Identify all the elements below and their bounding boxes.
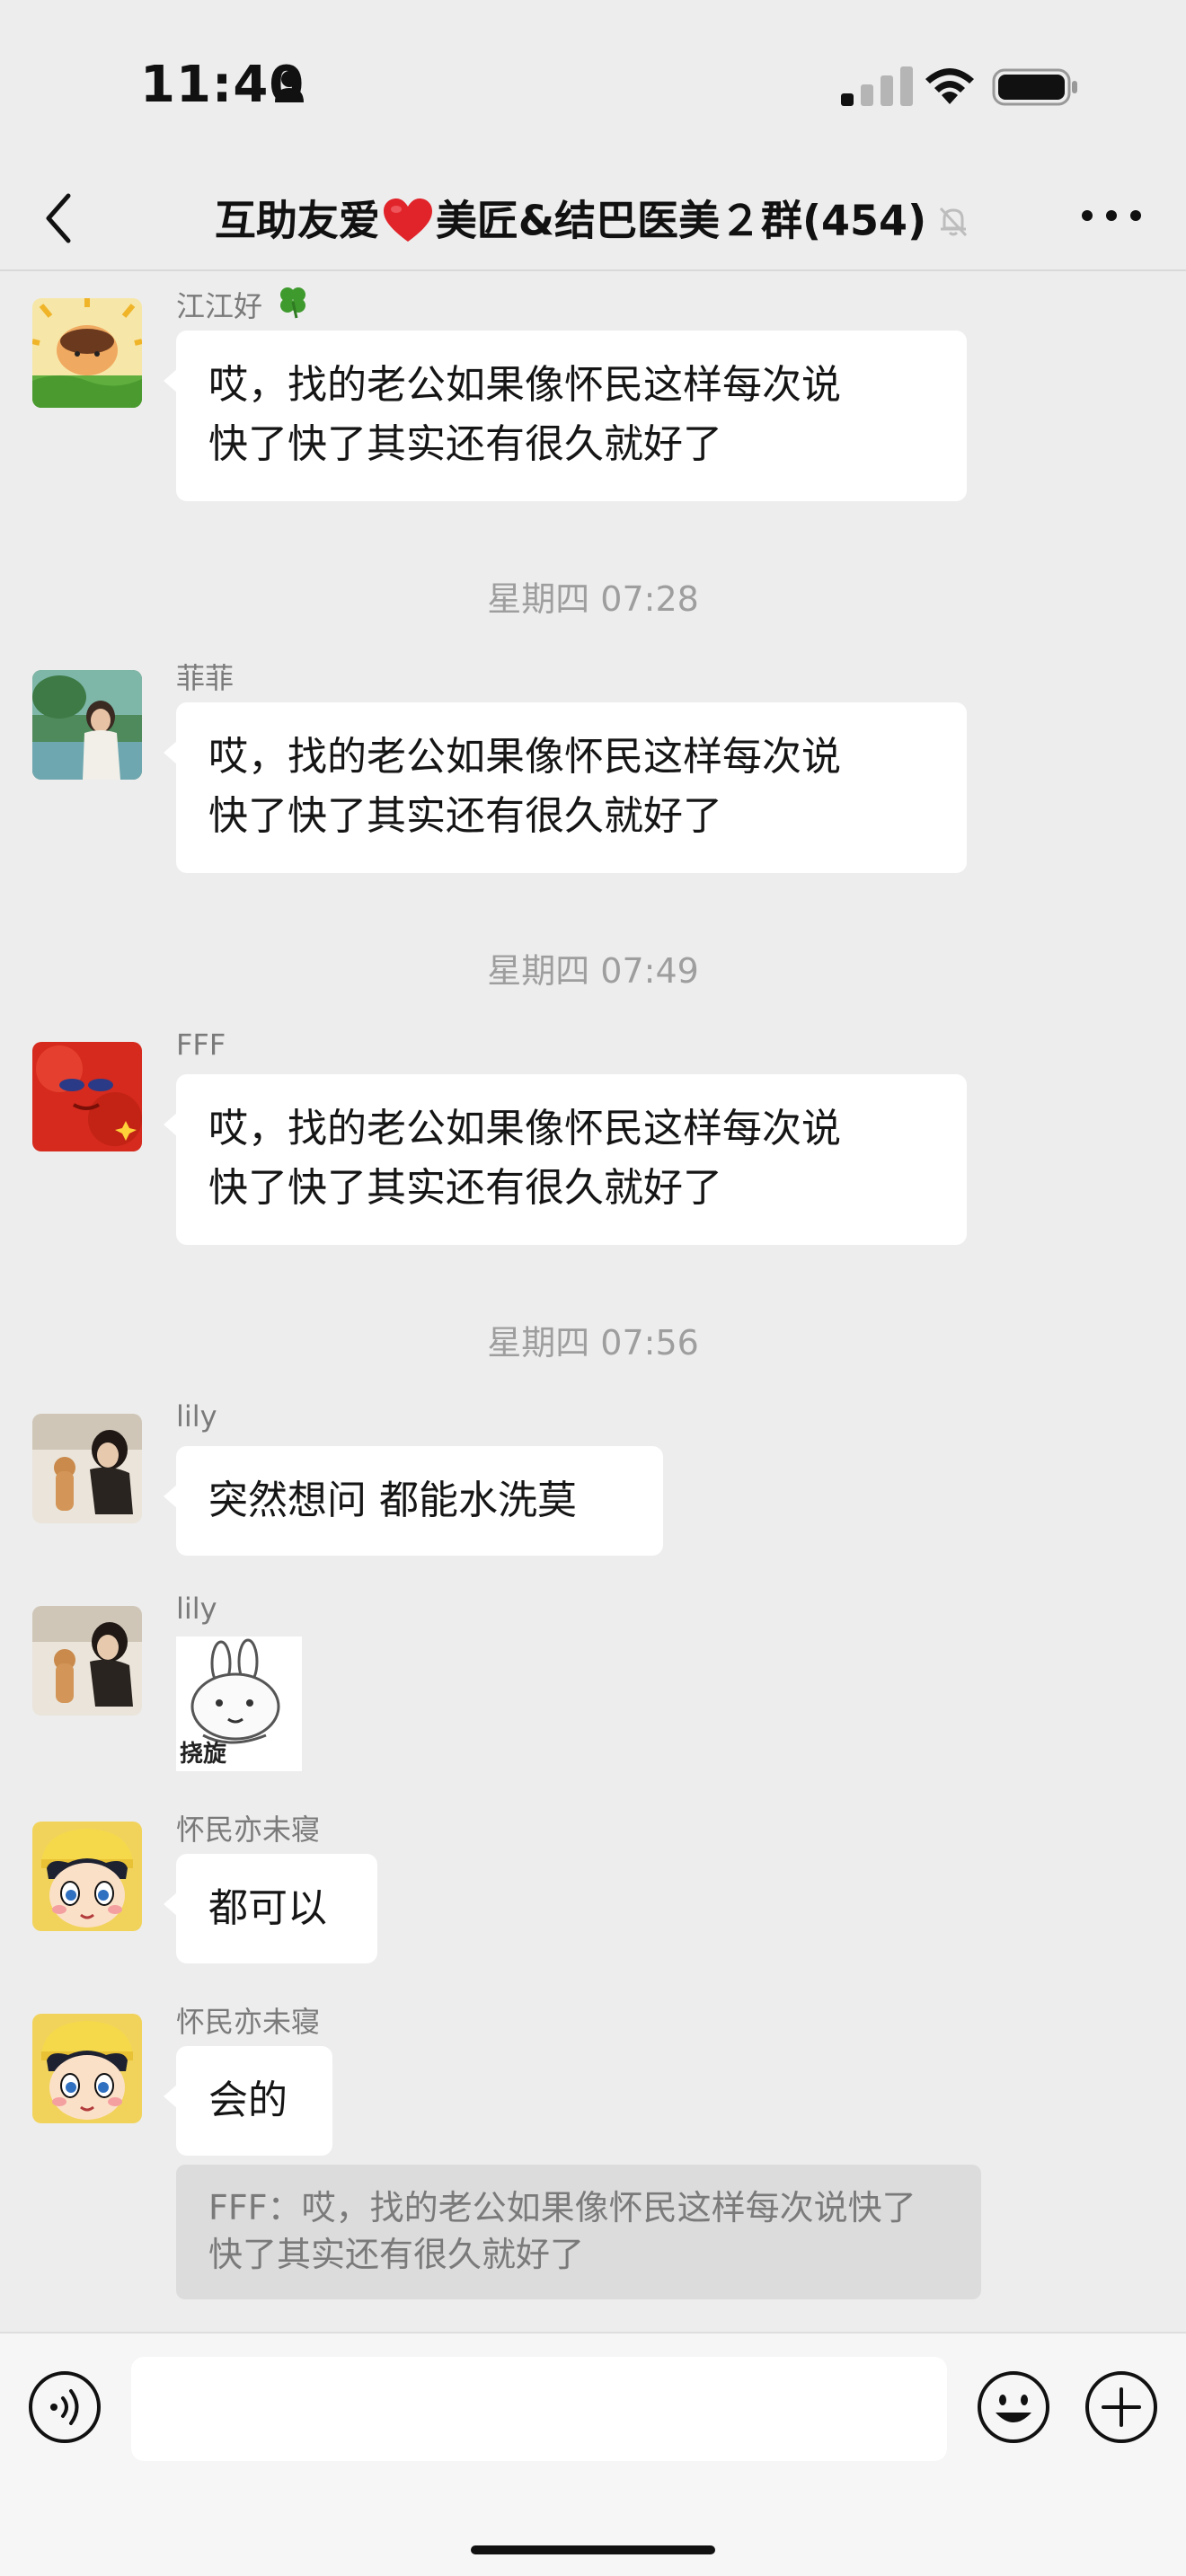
sender-name: 怀民亦未寝	[176, 2005, 321, 2039]
avatar-anime-boy[interactable]	[32, 1822, 142, 1931]
avatar-woman-outdoor[interactable]	[32, 670, 142, 780]
cellular-signal-icon	[841, 66, 913, 106]
avatar-sunny-cartoon[interactable]	[32, 298, 142, 408]
sender-name: lily	[176, 1399, 217, 1434]
message-bubble[interactable]: 突然想问 都能水洗莫	[164, 1446, 663, 1556]
avatar-girl-with-dog[interactable]	[32, 1414, 142, 1523]
person-icon	[275, 71, 304, 102]
message-input[interactable]	[131, 2357, 947, 2461]
plus-icon[interactable]	[1084, 2369, 1159, 2445]
sender-name: lily	[176, 1592, 217, 1626]
avatar-anime-boy[interactable]	[32, 2014, 142, 2123]
message-bubble[interactable]: 会的	[164, 2046, 332, 2156]
avatar-girl-with-dog[interactable]	[32, 1606, 142, 1716]
title-text-2: 美匠&结巴医美２群(454)	[435, 196, 927, 245]
sender-name: 江江好	[176, 289, 263, 323]
clover-icon	[280, 287, 305, 319]
sticker-image[interactable]: 挠旋	[176, 1636, 302, 1771]
status-bar: 11:40	[0, 0, 1186, 171]
title-text-1: 互助友爱	[214, 196, 380, 245]
timestamp: 星期四 07:28	[487, 579, 699, 619]
heart-icon	[383, 198, 432, 242]
quoted-message[interactable]: FFF：哎，找的老公如果像怀民这样每次说快了快了其实还有很久就好了	[176, 2165, 981, 2299]
chat-title: 互助友爱 美匠&结巴医美２群(454)	[0, 185, 1186, 253]
input-bar	[0, 2332, 1186, 2576]
message-bubble[interactable]: 哎，找的老公如果像怀民这样每次说 快了快了其实还有很久就好了	[164, 1074, 967, 1245]
chat-header: 互助友爱 美匠&结巴医美２群(454)	[0, 171, 1186, 271]
sticker-caption: 挠旋	[180, 1741, 227, 1768]
sender-name: FFF	[176, 1028, 226, 1062]
avatar-red-fluffy[interactable]	[32, 1042, 142, 1151]
more-options-icon[interactable]	[1078, 205, 1145, 226]
voice-input-icon[interactable]	[27, 2369, 102, 2445]
timestamp: 星期四 07:49	[487, 951, 699, 991]
emoji-icon[interactable]	[976, 2369, 1051, 2445]
battery-icon	[992, 68, 1077, 106]
wifi-icon	[925, 68, 974, 104]
message-bubble[interactable]: 哎，找的老公如果像怀民这样每次说 快了快了其实还有很久就好了	[164, 331, 967, 501]
home-indicator	[471, 2545, 715, 2554]
muted-bell-icon	[939, 207, 968, 236]
timestamp: 星期四 07:56	[487, 1323, 699, 1363]
message-bubble[interactable]: 哎，找的老公如果像怀民这样每次说 快了快了其实还有很久就好了	[164, 702, 967, 873]
sender-name: 菲菲	[176, 661, 235, 695]
sender-name: 怀民亦未寝	[176, 1813, 321, 1847]
message-bubble[interactable]: 都可以	[164, 1854, 377, 1963]
